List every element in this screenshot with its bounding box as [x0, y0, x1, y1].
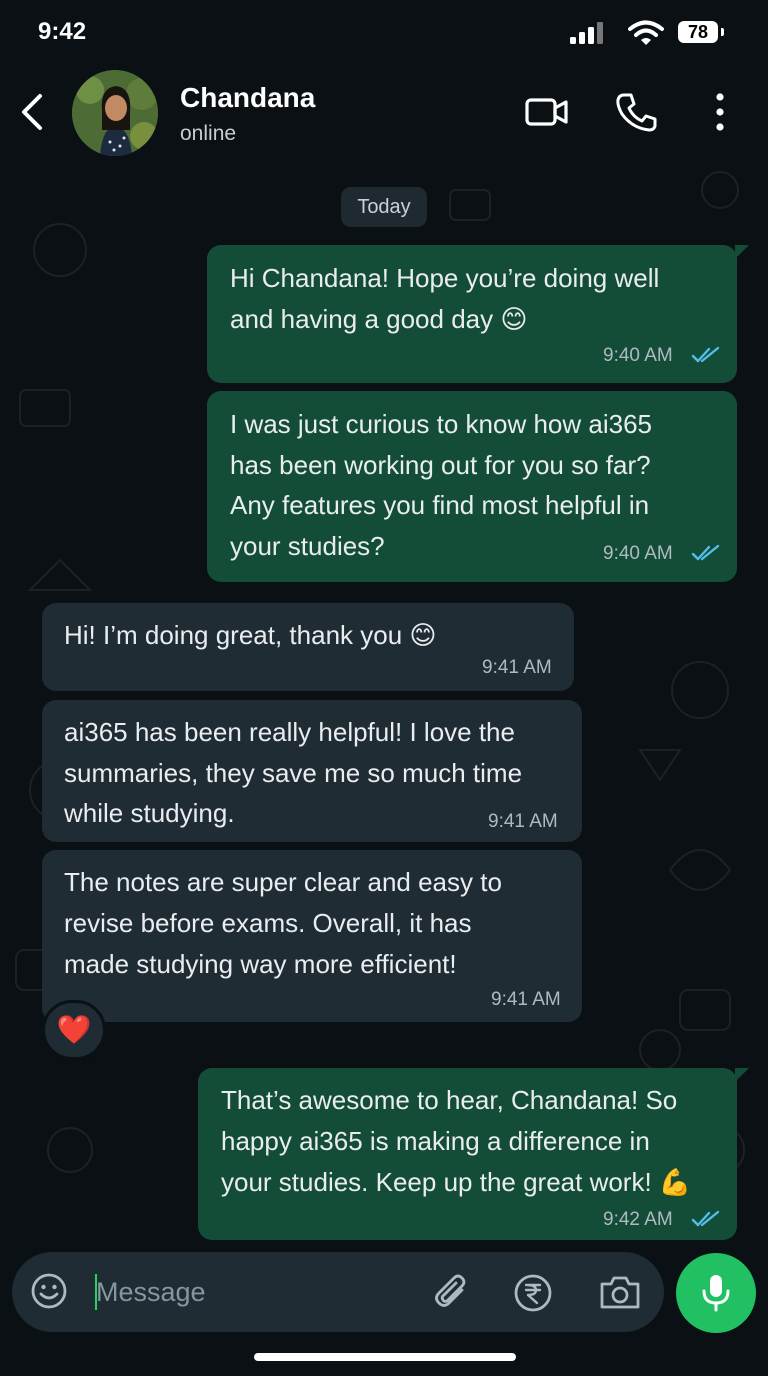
message-time: 9:42 AM — [603, 1209, 673, 1230]
contact-name[interactable]: Chandana — [180, 82, 315, 114]
battery-tip — [721, 28, 724, 36]
heart-reaction[interactable]: ❤️ — [42, 1000, 106, 1060]
attach-icon — [435, 1274, 466, 1307]
double-check-icon — [691, 346, 720, 363]
message-input[interactable] — [96, 1268, 406, 1316]
message-line: while studying. — [64, 798, 235, 828]
battery-indicator: 78 — [678, 21, 718, 43]
message-line: Hi! I’m doing great, thank you 😊 — [64, 620, 437, 650]
avatar[interactable] — [72, 70, 158, 156]
more-vertical-icon — [716, 93, 724, 131]
wifi-icon — [628, 20, 664, 45]
message-line: and having a good day 😊 — [230, 304, 528, 334]
emoji-icon — [31, 1273, 67, 1309]
message-line: revise before exams. Overall, it has — [64, 908, 472, 938]
bubble-tail — [735, 245, 749, 259]
video-call-button[interactable] — [524, 94, 570, 130]
voice-message-button[interactable] — [676, 1253, 756, 1333]
back-arrow-icon — [22, 94, 42, 130]
message-line: made studying way more efficient! — [64, 949, 457, 979]
mic-icon — [702, 1275, 730, 1312]
heart-icon: ❤️ — [56, 1014, 92, 1045]
signal-icon — [570, 22, 603, 44]
message-line: your studies. Keep up the great work! 💪 — [221, 1167, 692, 1197]
chat-screen: 9:42 78 Chandana online Today Hi Chandan… — [0, 0, 768, 1376]
status-time: 9:42 — [38, 18, 87, 45]
more-options-button[interactable] — [706, 92, 734, 132]
message-line: ai365 has been really helpful! I love th… — [64, 717, 515, 747]
double-check-icon — [691, 544, 720, 561]
contact-status: online — [180, 122, 237, 145]
message-line: has been working out for you so far? — [230, 450, 651, 480]
message-line: summaries, they save me so much time — [64, 758, 523, 788]
date-separator: Today — [341, 187, 427, 227]
message-line: your studies? — [230, 531, 385, 561]
message-bubble-incoming[interactable]: ai365 has been really helpful! I love th… — [42, 700, 582, 842]
message-bubble-incoming[interactable]: The notes are super clear and easy to re… — [42, 850, 582, 1022]
attach-button[interactable] — [432, 1272, 472, 1312]
back-button[interactable] — [16, 90, 52, 134]
camera-button[interactable] — [598, 1272, 642, 1312]
message-bubble-outgoing[interactable]: Hi Chandana! Hope you’re doing well and … — [207, 245, 737, 383]
voice-call-button[interactable] — [614, 92, 658, 132]
message-time: 9:40 AM — [603, 543, 673, 564]
bubble-tail — [735, 1068, 749, 1082]
message-time: 9:41 AM — [482, 657, 552, 678]
payment-button[interactable] — [512, 1272, 554, 1314]
message-line: Any features you find most helpful in — [230, 490, 650, 520]
message-line: I was just curious to know how ai365 — [230, 409, 652, 439]
avatar-photo — [72, 70, 158, 156]
message-time: 9:40 AM — [603, 345, 673, 366]
video-call-icon — [525, 98, 568, 126]
camera-icon — [600, 1276, 640, 1309]
status-bar: 9:42 78 — [0, 0, 768, 64]
chat-header: Chandana online — [0, 64, 768, 170]
message-bubble-outgoing[interactable]: That’s awesome to hear, Chandana! So hap… — [198, 1068, 737, 1240]
message-bubble-outgoing[interactable]: I was just curious to know how ai365 has… — [207, 391, 737, 582]
message-bubble-incoming[interactable]: Hi! I’m doing great, thank you 😊 9:41 AM — [42, 603, 574, 691]
rupee-icon — [514, 1274, 552, 1312]
phone-icon — [616, 93, 657, 132]
emoji-button[interactable] — [30, 1272, 68, 1310]
message-composer — [12, 1252, 664, 1332]
message-time: 9:41 AM — [488, 811, 558, 832]
home-indicator[interactable] — [254, 1353, 516, 1361]
message-time: 9:41 AM — [491, 989, 561, 1010]
double-check-icon — [691, 1210, 720, 1227]
message-line: The notes are super clear and easy to — [64, 867, 502, 897]
message-line: Hi Chandana! Hope you’re doing well — [230, 263, 660, 293]
message-line: happy ai365 is making a difference in — [221, 1126, 650, 1156]
message-line: That’s awesome to hear, Chandana! So — [221, 1085, 678, 1115]
